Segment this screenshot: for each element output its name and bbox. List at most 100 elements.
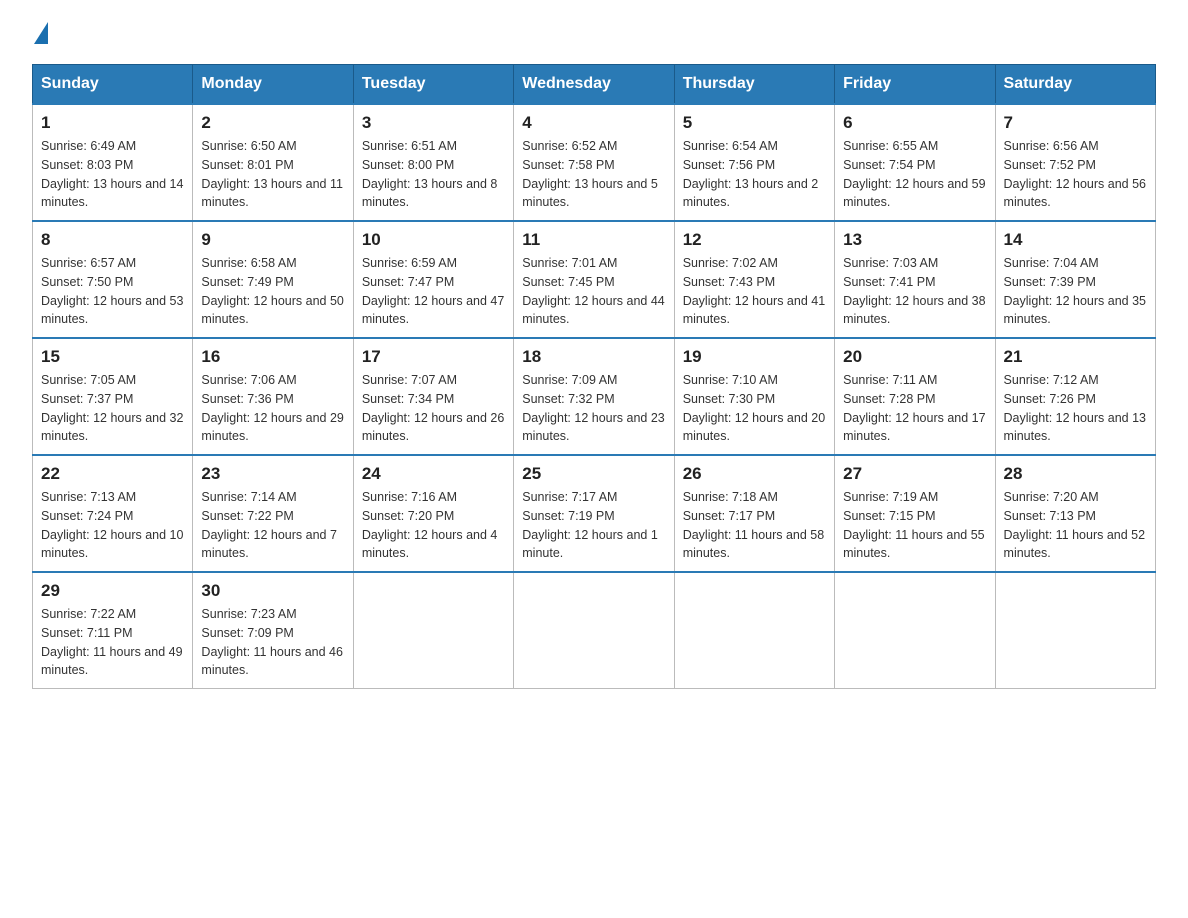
calendar-cell: 9 Sunrise: 6:58 AMSunset: 7:49 PMDayligh… (193, 221, 353, 338)
day-info: Sunrise: 7:02 AMSunset: 7:43 PMDaylight:… (683, 254, 826, 329)
day-info: Sunrise: 6:58 AMSunset: 7:49 PMDaylight:… (201, 254, 344, 329)
calendar-cell: 27 Sunrise: 7:19 AMSunset: 7:15 PMDaylig… (835, 455, 995, 572)
day-info: Sunrise: 7:22 AMSunset: 7:11 PMDaylight:… (41, 605, 184, 680)
day-number: 7 (1004, 113, 1147, 133)
calendar-cell: 30 Sunrise: 7:23 AMSunset: 7:09 PMDaylig… (193, 572, 353, 689)
day-number: 28 (1004, 464, 1147, 484)
column-header-monday: Monday (193, 65, 353, 105)
logo (32, 24, 48, 46)
day-info: Sunrise: 7:07 AMSunset: 7:34 PMDaylight:… (362, 371, 505, 446)
calendar-cell (353, 572, 513, 689)
calendar-cell: 8 Sunrise: 6:57 AMSunset: 7:50 PMDayligh… (33, 221, 193, 338)
day-number: 23 (201, 464, 344, 484)
calendar-cell: 21 Sunrise: 7:12 AMSunset: 7:26 PMDaylig… (995, 338, 1155, 455)
column-header-tuesday: Tuesday (353, 65, 513, 105)
day-info: Sunrise: 7:19 AMSunset: 7:15 PMDaylight:… (843, 488, 986, 563)
calendar-cell: 3 Sunrise: 6:51 AMSunset: 8:00 PMDayligh… (353, 104, 513, 221)
day-info: Sunrise: 6:54 AMSunset: 7:56 PMDaylight:… (683, 137, 826, 212)
day-info: Sunrise: 6:56 AMSunset: 7:52 PMDaylight:… (1004, 137, 1147, 212)
calendar-cell (995, 572, 1155, 689)
column-header-wednesday: Wednesday (514, 65, 674, 105)
calendar-cell: 15 Sunrise: 7:05 AMSunset: 7:37 PMDaylig… (33, 338, 193, 455)
day-info: Sunrise: 7:16 AMSunset: 7:20 PMDaylight:… (362, 488, 505, 563)
day-number: 13 (843, 230, 986, 250)
calendar-table: SundayMondayTuesdayWednesdayThursdayFrid… (32, 64, 1156, 689)
calendar-cell: 23 Sunrise: 7:14 AMSunset: 7:22 PMDaylig… (193, 455, 353, 572)
day-info: Sunrise: 6:55 AMSunset: 7:54 PMDaylight:… (843, 137, 986, 212)
calendar-cell: 5 Sunrise: 6:54 AMSunset: 7:56 PMDayligh… (674, 104, 834, 221)
day-number: 12 (683, 230, 826, 250)
column-header-saturday: Saturday (995, 65, 1155, 105)
day-info: Sunrise: 6:57 AMSunset: 7:50 PMDaylight:… (41, 254, 184, 329)
day-number: 22 (41, 464, 184, 484)
calendar-cell: 18 Sunrise: 7:09 AMSunset: 7:32 PMDaylig… (514, 338, 674, 455)
calendar-cell: 10 Sunrise: 6:59 AMSunset: 7:47 PMDaylig… (353, 221, 513, 338)
calendar-cell: 19 Sunrise: 7:10 AMSunset: 7:30 PMDaylig… (674, 338, 834, 455)
day-number: 15 (41, 347, 184, 367)
day-info: Sunrise: 7:05 AMSunset: 7:37 PMDaylight:… (41, 371, 184, 446)
day-info: Sunrise: 7:12 AMSunset: 7:26 PMDaylight:… (1004, 371, 1147, 446)
column-header-friday: Friday (835, 65, 995, 105)
day-number: 21 (1004, 347, 1147, 367)
calendar-cell: 11 Sunrise: 7:01 AMSunset: 7:45 PMDaylig… (514, 221, 674, 338)
day-number: 11 (522, 230, 665, 250)
day-info: Sunrise: 6:51 AMSunset: 8:00 PMDaylight:… (362, 137, 505, 212)
column-header-sunday: Sunday (33, 65, 193, 105)
calendar-cell (835, 572, 995, 689)
column-header-thursday: Thursday (674, 65, 834, 105)
day-number: 30 (201, 581, 344, 601)
calendar-cell: 16 Sunrise: 7:06 AMSunset: 7:36 PMDaylig… (193, 338, 353, 455)
day-info: Sunrise: 7:04 AMSunset: 7:39 PMDaylight:… (1004, 254, 1147, 329)
page-header (32, 24, 1156, 46)
week-row-1: 1 Sunrise: 6:49 AMSunset: 8:03 PMDayligh… (33, 104, 1156, 221)
calendar-cell: 13 Sunrise: 7:03 AMSunset: 7:41 PMDaylig… (835, 221, 995, 338)
calendar-cell: 24 Sunrise: 7:16 AMSunset: 7:20 PMDaylig… (353, 455, 513, 572)
calendar-cell: 14 Sunrise: 7:04 AMSunset: 7:39 PMDaylig… (995, 221, 1155, 338)
day-number: 25 (522, 464, 665, 484)
day-number: 1 (41, 113, 184, 133)
day-info: Sunrise: 6:52 AMSunset: 7:58 PMDaylight:… (522, 137, 665, 212)
calendar-cell (514, 572, 674, 689)
day-info: Sunrise: 7:03 AMSunset: 7:41 PMDaylight:… (843, 254, 986, 329)
day-number: 3 (362, 113, 505, 133)
day-number: 17 (362, 347, 505, 367)
calendar-cell: 22 Sunrise: 7:13 AMSunset: 7:24 PMDaylig… (33, 455, 193, 572)
calendar-cell: 17 Sunrise: 7:07 AMSunset: 7:34 PMDaylig… (353, 338, 513, 455)
calendar-cell: 29 Sunrise: 7:22 AMSunset: 7:11 PMDaylig… (33, 572, 193, 689)
calendar-cell (674, 572, 834, 689)
day-info: Sunrise: 6:49 AMSunset: 8:03 PMDaylight:… (41, 137, 184, 212)
day-number: 6 (843, 113, 986, 133)
day-number: 26 (683, 464, 826, 484)
day-number: 16 (201, 347, 344, 367)
day-info: Sunrise: 6:50 AMSunset: 8:01 PMDaylight:… (201, 137, 344, 212)
day-number: 4 (522, 113, 665, 133)
day-number: 24 (362, 464, 505, 484)
day-info: Sunrise: 7:23 AMSunset: 7:09 PMDaylight:… (201, 605, 344, 680)
day-number: 29 (41, 581, 184, 601)
day-number: 2 (201, 113, 344, 133)
week-row-3: 15 Sunrise: 7:05 AMSunset: 7:37 PMDaylig… (33, 338, 1156, 455)
day-info: Sunrise: 7:06 AMSunset: 7:36 PMDaylight:… (201, 371, 344, 446)
calendar-cell: 1 Sunrise: 6:49 AMSunset: 8:03 PMDayligh… (33, 104, 193, 221)
week-row-4: 22 Sunrise: 7:13 AMSunset: 7:24 PMDaylig… (33, 455, 1156, 572)
day-info: Sunrise: 7:14 AMSunset: 7:22 PMDaylight:… (201, 488, 344, 563)
calendar-cell: 20 Sunrise: 7:11 AMSunset: 7:28 PMDaylig… (835, 338, 995, 455)
day-number: 27 (843, 464, 986, 484)
week-row-5: 29 Sunrise: 7:22 AMSunset: 7:11 PMDaylig… (33, 572, 1156, 689)
calendar-cell: 28 Sunrise: 7:20 AMSunset: 7:13 PMDaylig… (995, 455, 1155, 572)
calendar-cell: 26 Sunrise: 7:18 AMSunset: 7:17 PMDaylig… (674, 455, 834, 572)
week-row-2: 8 Sunrise: 6:57 AMSunset: 7:50 PMDayligh… (33, 221, 1156, 338)
day-info: Sunrise: 7:09 AMSunset: 7:32 PMDaylight:… (522, 371, 665, 446)
day-info: Sunrise: 7:20 AMSunset: 7:13 PMDaylight:… (1004, 488, 1147, 563)
calendar-header-row: SundayMondayTuesdayWednesdayThursdayFrid… (33, 65, 1156, 105)
day-info: Sunrise: 6:59 AMSunset: 7:47 PMDaylight:… (362, 254, 505, 329)
day-number: 18 (522, 347, 665, 367)
logo-triangle-icon (34, 22, 48, 44)
day-info: Sunrise: 7:17 AMSunset: 7:19 PMDaylight:… (522, 488, 665, 563)
day-number: 20 (843, 347, 986, 367)
calendar-cell: 6 Sunrise: 6:55 AMSunset: 7:54 PMDayligh… (835, 104, 995, 221)
day-number: 10 (362, 230, 505, 250)
calendar-cell: 4 Sunrise: 6:52 AMSunset: 7:58 PMDayligh… (514, 104, 674, 221)
day-info: Sunrise: 7:13 AMSunset: 7:24 PMDaylight:… (41, 488, 184, 563)
calendar-cell: 2 Sunrise: 6:50 AMSunset: 8:01 PMDayligh… (193, 104, 353, 221)
